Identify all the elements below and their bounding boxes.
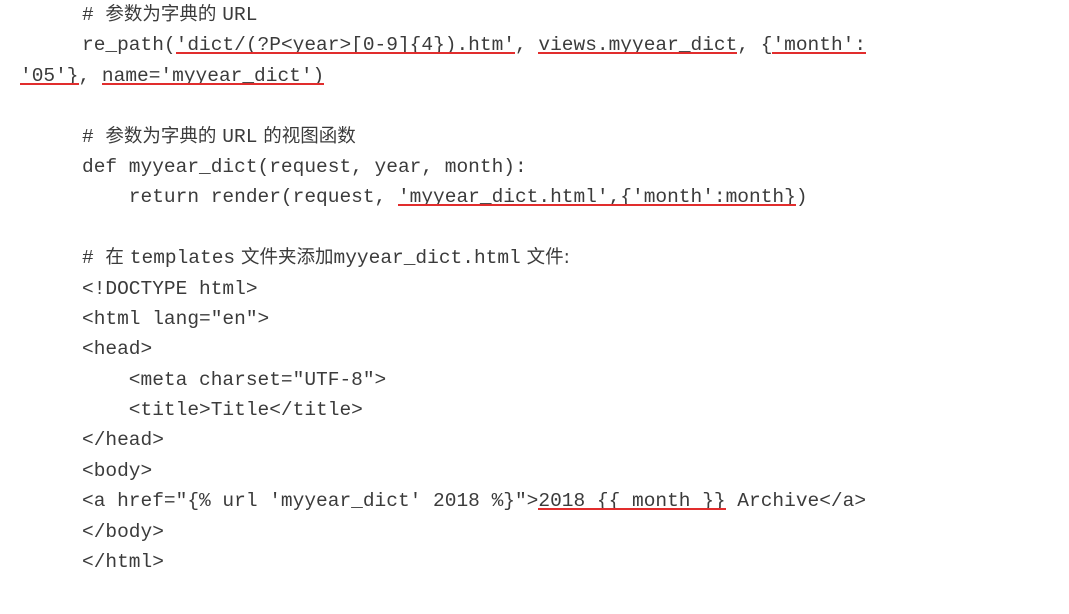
code-line: <title>Title</title>	[0, 395, 1069, 425]
code-line: # 参数为字典的 URL	[0, 0, 1069, 30]
underlined-code-segment: 'month':	[772, 34, 867, 57]
code-segment: <title>Title</title>	[82, 399, 363, 422]
code-segment: ,	[78, 64, 102, 87]
code-line	[0, 213, 1069, 243]
code-line: # 参数为字典的 URL 的视图函数	[0, 122, 1069, 152]
code-segment: <!DOCTYPE html>	[82, 277, 258, 300]
underlined-code-segment: name='myyear_dict')	[101, 64, 325, 87]
code-line: </head>	[0, 425, 1069, 455]
code-segment: return render(request,	[82, 186, 398, 209]
code-segment: 参数为字典的	[105, 125, 223, 147]
code-segment: <body>	[82, 459, 153, 482]
underlined-code-segment: '05'}	[20, 64, 79, 87]
code-segment: )	[795, 186, 808, 209]
code-segment: #	[82, 247, 106, 270]
code-line: <meta charset="UTF-8">	[0, 365, 1069, 395]
code-line: <html lang="en">	[0, 304, 1069, 334]
code-line: <!DOCTYPE html>	[0, 274, 1069, 304]
code-segment: URL	[222, 4, 258, 26]
code-segment: Archive</a>	[725, 490, 867, 513]
code-segment: 的视图函数	[257, 125, 356, 147]
code-line: '05'}, name='myyear_dict')	[0, 61, 1069, 91]
code-segment: , {	[737, 34, 773, 57]
code-segment: ,	[514, 34, 539, 57]
underlined-code-segment: 'dict/(?P<year>[0-9]{4}).htm'	[175, 34, 515, 57]
code-segment: 参数为字典的	[105, 4, 223, 25]
code-line: </html>	[0, 547, 1069, 577]
code-line: <body>	[0, 456, 1069, 486]
underlined-code-segment: 2018 {{ month }}	[538, 490, 726, 513]
code-line: def myyear_dict(request, year, month):	[0, 152, 1069, 182]
code-document: # 参数为字典的 URL re_path('dict/(?P<year>[0-9]…	[0, 0, 1069, 614]
code-segment: <a href="{% url 'myyear_dict' 2018 %}">	[82, 490, 539, 513]
code-segment: templates	[129, 247, 236, 270]
code-segment: #	[82, 125, 106, 148]
code-segment: </head>	[82, 429, 164, 452]
code-line: re_path('dict/(?P<year>[0-9]{4}).htm', v…	[0, 30, 1069, 60]
code-segment: URL	[222, 125, 258, 148]
code-segment: 文件夹添加	[235, 247, 334, 269]
code-segment: myyear_dict.html	[333, 247, 521, 270]
code-line: return render(request, 'myyear_dict.html…	[0, 182, 1069, 212]
code-segment: #	[82, 4, 106, 26]
code-segment: <head>	[82, 338, 153, 361]
code-line	[0, 91, 1069, 121]
code-segment: re_path(	[82, 34, 176, 57]
underlined-code-segment: 'myyear_dict.html',{'month':month}	[397, 186, 796, 209]
code-segment: 在	[105, 247, 130, 269]
code-segment: </body>	[82, 520, 164, 543]
code-listing: # 参数为字典的 URL re_path('dict/(?P<year>[0-9]…	[0, 0, 1069, 577]
code-segment: </html>	[82, 551, 164, 574]
code-segment: def myyear_dict(request, year, month):	[82, 155, 527, 178]
code-segment: <meta charset="UTF-8">	[82, 368, 387, 391]
code-segment: <html lang="en">	[82, 307, 270, 330]
code-line: <head>	[0, 334, 1069, 364]
code-line: </body>	[0, 517, 1069, 547]
code-segment: 文件:	[520, 247, 570, 269]
code-line: <a href="{% url 'myyear_dict' 2018 %}">2…	[0, 486, 1069, 516]
code-line: # 在 templates 文件夹添加myyear_dict.html 文件:	[0, 243, 1069, 273]
underlined-code-segment: views.myyear_dict	[538, 34, 738, 57]
